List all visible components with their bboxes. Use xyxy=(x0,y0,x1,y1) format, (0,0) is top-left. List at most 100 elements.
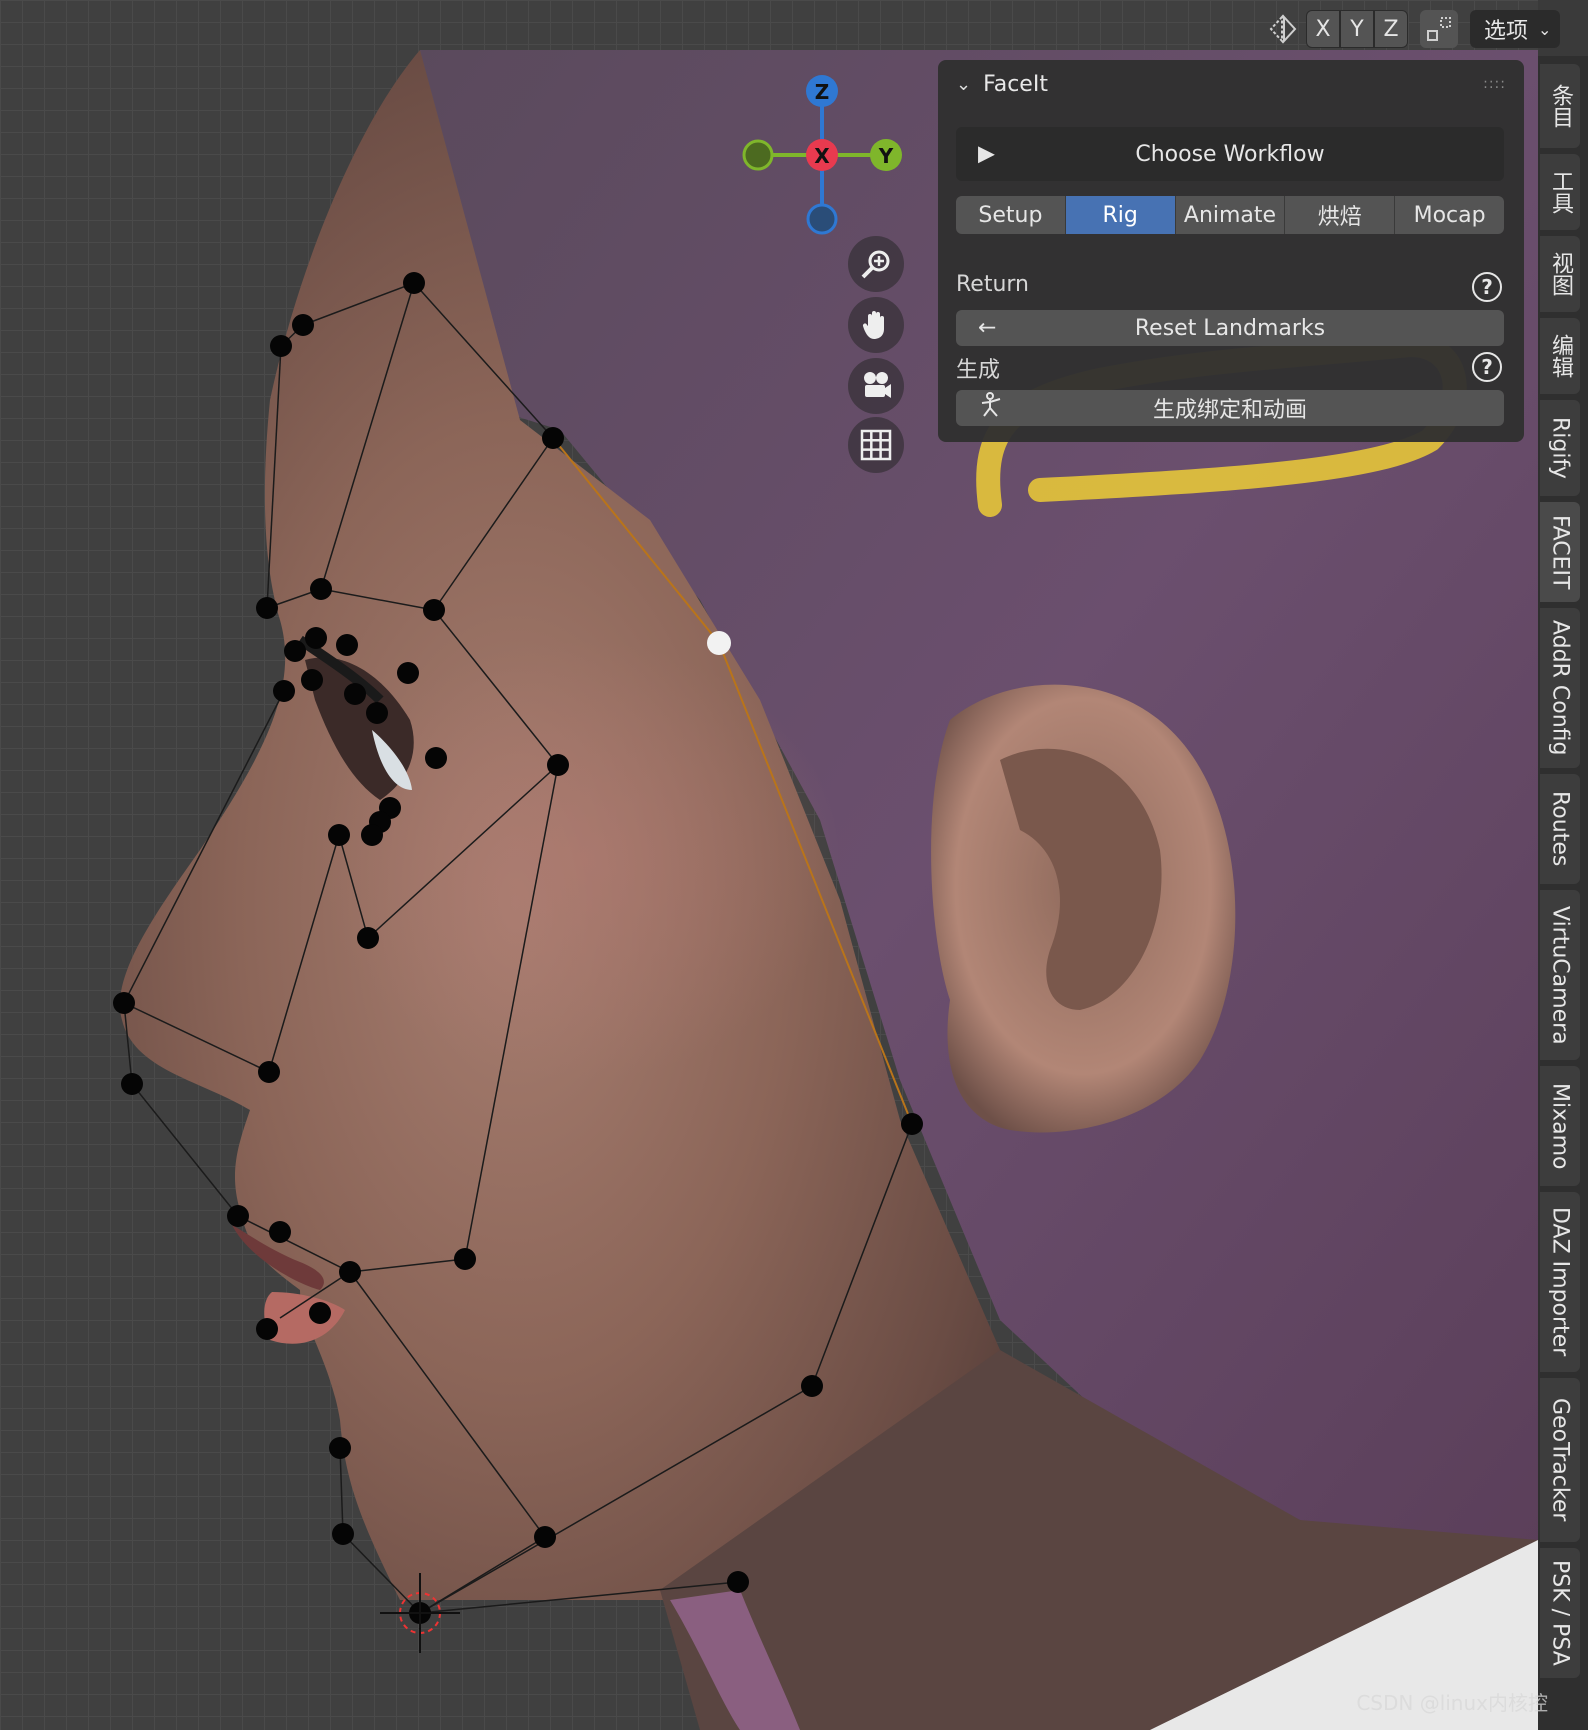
gizmo-x-label: X xyxy=(814,144,830,168)
collapse-chevron-icon[interactable]: ⌄ xyxy=(956,74,971,95)
options-label: 选项 xyxy=(1484,19,1529,44)
landmark-point[interactable] xyxy=(397,662,419,684)
workflow-tabs: Setup Rig Animate 烘焙 Mocap xyxy=(956,196,1504,234)
landmark-point[interactable] xyxy=(270,335,292,357)
landmark-point[interactable] xyxy=(357,927,379,949)
landmark-point-selected[interactable] xyxy=(707,631,731,655)
landmark-point[interactable] xyxy=(273,680,295,702)
landmark-point[interactable] xyxy=(301,669,323,691)
sidebar-item-view[interactable]: 视图 xyxy=(1540,236,1580,312)
tab-bake[interactable]: 烘焙 xyxy=(1285,196,1396,234)
landmark-point[interactable] xyxy=(542,427,564,449)
sidebar-item-daz-importer[interactable]: DAZ Importer xyxy=(1540,1192,1580,1372)
arrow-left-icon: ← xyxy=(978,315,997,341)
landmark-point[interactable] xyxy=(292,314,314,336)
landmark-point[interactable] xyxy=(332,1523,354,1545)
sidebar-item-label: 视图 xyxy=(1548,252,1573,296)
tab-rig[interactable]: Rig xyxy=(1065,196,1176,234)
sidebar-item-mixamo[interactable]: Mixamo xyxy=(1540,1066,1580,1186)
landmark-point[interactable] xyxy=(727,1571,749,1593)
sidebar-item-faceit[interactable]: FACEIT xyxy=(1540,502,1580,602)
hand-icon xyxy=(862,311,884,339)
reset-landmarks-button[interactable]: ← Reset Landmarks xyxy=(956,310,1504,346)
sidebar-item-edit[interactable]: 编辑 xyxy=(1540,318,1580,394)
landmark-point[interactable] xyxy=(425,747,447,769)
landmark-point[interactable] xyxy=(339,1261,361,1283)
axis-x-toggle[interactable]: X xyxy=(1306,10,1340,48)
landmark-point[interactable] xyxy=(269,1221,291,1243)
camera-view-button[interactable] xyxy=(848,358,904,414)
neg-z-axis-handle[interactable] xyxy=(806,203,838,235)
options-dropdown[interactable]: 选项 ⌄ xyxy=(1470,10,1560,48)
gizmo-z-label: Z xyxy=(815,80,830,104)
topology-mirror-icon[interactable] xyxy=(1420,10,1458,48)
sidebar-item-label: Mixamo xyxy=(1547,1082,1573,1170)
return-label: Return xyxy=(956,272,1030,297)
sidebar-item-psk-psa[interactable]: PSK / PSA xyxy=(1540,1548,1580,1678)
landmark-point[interactable] xyxy=(344,683,366,705)
landmark-point[interactable] xyxy=(227,1205,249,1227)
landmark-point[interactable] xyxy=(309,1302,331,1324)
tab-mocap[interactable]: Mocap xyxy=(1395,196,1504,234)
landmark-point[interactable] xyxy=(336,634,358,656)
sidebar-tabs: 条目 工具 视图 编辑 Rigify FACEIT AddR Config Ro… xyxy=(1538,56,1588,1730)
zoom-button[interactable] xyxy=(848,236,904,292)
sidebar-item-label: DAZ Importer xyxy=(1547,1207,1573,1357)
landmark-point[interactable] xyxy=(534,1526,556,1548)
sidebar-item-label: 条目 xyxy=(1548,84,1573,128)
landmark-point[interactable] xyxy=(361,824,383,846)
panel-header[interactable]: ⌄ FaceIt :::: xyxy=(938,60,1524,108)
sidebar-item-rigify[interactable]: Rigify xyxy=(1540,400,1580,496)
generate-rig-label: 生成绑定和动画 xyxy=(1152,398,1307,423)
landmark-point[interactable] xyxy=(547,754,569,776)
sidebar-item-item[interactable]: 条目 xyxy=(1540,64,1580,148)
panel-title: FaceIt xyxy=(983,71,1048,97)
choose-workflow-button[interactable]: ▶ Choose Workflow xyxy=(956,127,1504,181)
landmark-point[interactable] xyxy=(801,1375,823,1397)
camera-icon xyxy=(864,372,891,398)
landmark-point[interactable] xyxy=(284,640,306,662)
sidebar-item-routes[interactable]: Routes xyxy=(1540,774,1580,884)
mirror-icon[interactable] xyxy=(1264,10,1302,48)
landmark-point[interactable] xyxy=(366,702,388,724)
drag-grip-icon[interactable]: :::: xyxy=(1483,76,1506,92)
sidebar-item-tool[interactable]: 工具 xyxy=(1540,154,1580,230)
generate-rig-button[interactable]: 生成绑定和动画 xyxy=(956,390,1504,426)
landmark-point[interactable] xyxy=(328,824,350,846)
ortho-toggle-button[interactable] xyxy=(848,417,904,473)
tab-setup[interactable]: Setup xyxy=(956,196,1066,234)
landmark-point[interactable] xyxy=(901,1113,923,1135)
pan-button[interactable] xyxy=(848,297,904,353)
landmark-point[interactable] xyxy=(310,578,332,600)
sidebar-item-label: 工具 xyxy=(1548,170,1573,214)
tab-animate[interactable]: Animate xyxy=(1175,196,1286,234)
sidebar-item-label: VirtuCamera xyxy=(1547,905,1573,1045)
help-icon[interactable]: ? xyxy=(1472,272,1502,302)
play-triangle-icon: ▶ xyxy=(978,141,995,167)
axis-z-toggle[interactable]: Z xyxy=(1374,10,1408,48)
zoom-icon xyxy=(861,250,890,279)
landmark-point[interactable] xyxy=(403,272,425,294)
sidebar-item-label: GeoTracker xyxy=(1547,1398,1573,1522)
sidebar-item-addr-config[interactable]: AddR Config xyxy=(1540,608,1580,768)
landmark-point[interactable] xyxy=(454,1248,476,1270)
sidebar-item-geotracker[interactable]: GeoTracker xyxy=(1540,1378,1580,1542)
axis-y-toggle[interactable]: Y xyxy=(1340,10,1374,48)
landmark-point[interactable] xyxy=(256,1318,278,1340)
landmark-point[interactable] xyxy=(258,1061,280,1083)
landmark-point[interactable] xyxy=(121,1073,143,1095)
generate-label: 生成 xyxy=(956,358,1001,383)
sidebar-item-virtucamera[interactable]: VirtuCamera xyxy=(1540,890,1580,1060)
sidebar-item-label: FACEIT xyxy=(1547,514,1573,590)
armature-figure-icon xyxy=(978,391,1006,425)
landmark-point[interactable] xyxy=(256,597,278,619)
help-icon[interactable]: ? xyxy=(1472,352,1502,382)
landmark-point[interactable] xyxy=(329,1437,351,1459)
landmark-point[interactable] xyxy=(423,599,445,621)
sidebar-item-label: PSK / PSA xyxy=(1547,1560,1573,1666)
chevron-down-icon: ⌄ xyxy=(1538,19,1552,39)
sidebar-item-label: Routes xyxy=(1547,791,1573,867)
neg-y-axis-handle[interactable] xyxy=(742,139,774,171)
landmark-point[interactable] xyxy=(305,627,327,649)
landmark-point[interactable] xyxy=(113,992,135,1014)
